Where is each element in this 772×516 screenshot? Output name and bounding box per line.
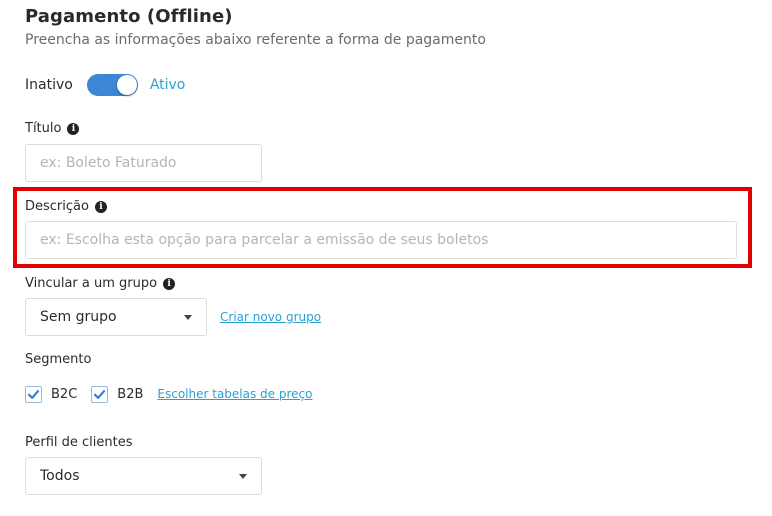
toggle-on-label: Ativo (149, 77, 186, 93)
b2b-label: B2B (117, 386, 144, 402)
b2b-checkbox[interactable] (91, 385, 109, 403)
page-subtitle: Preencha as informações abaixo referente… (25, 32, 486, 48)
info-icon[interactable]: i (163, 277, 176, 290)
titulo-input[interactable] (25, 144, 262, 182)
toggle-off-label: Inativo (25, 77, 73, 93)
checkmark-icon (27, 389, 40, 399)
descricao-label: Descrição i (25, 199, 107, 214)
page-title: Pagamento (Offline) (25, 6, 233, 27)
status-toggle-switch[interactable] (86, 74, 138, 96)
grupo-label: Vincular a um grupo i (25, 276, 176, 291)
b2c-checkbox[interactable] (25, 385, 42, 403)
info-icon[interactable]: i (94, 200, 107, 213)
caret-down-icon (239, 474, 247, 479)
tabelas-preco-link[interactable]: Escolher tabelas de preço (157, 387, 312, 401)
grupo-label-text: Vincular a um grupo (25, 276, 158, 291)
perfil-select[interactable]: Todos (25, 457, 262, 495)
titulo-label-text: Título (25, 121, 62, 136)
grupo-select-value: Sem grupo (40, 309, 117, 325)
perfil-label: Perfil de clientes (25, 435, 133, 450)
perfil-select-value: Todos (40, 468, 80, 484)
info-icon[interactable]: i (67, 122, 80, 135)
caret-down-icon (184, 315, 192, 320)
descricao-label-text: Descrição (25, 199, 89, 214)
descricao-input[interactable] (25, 221, 737, 259)
titulo-label: Título i (25, 121, 80, 136)
toggle-knob (116, 75, 137, 95)
grupo-select[interactable]: Sem grupo (25, 298, 207, 336)
criar-grupo-link[interactable]: Criar novo grupo (220, 310, 321, 324)
checkmark-icon (94, 389, 106, 399)
segmento-label: Segmento (25, 352, 92, 367)
b2c-label: B2C (51, 386, 78, 402)
status-toggle-row: Inativo Ativo (25, 74, 185, 96)
segmento-checkboxes: B2C B2B Escolher tabelas de preço (25, 385, 312, 403)
